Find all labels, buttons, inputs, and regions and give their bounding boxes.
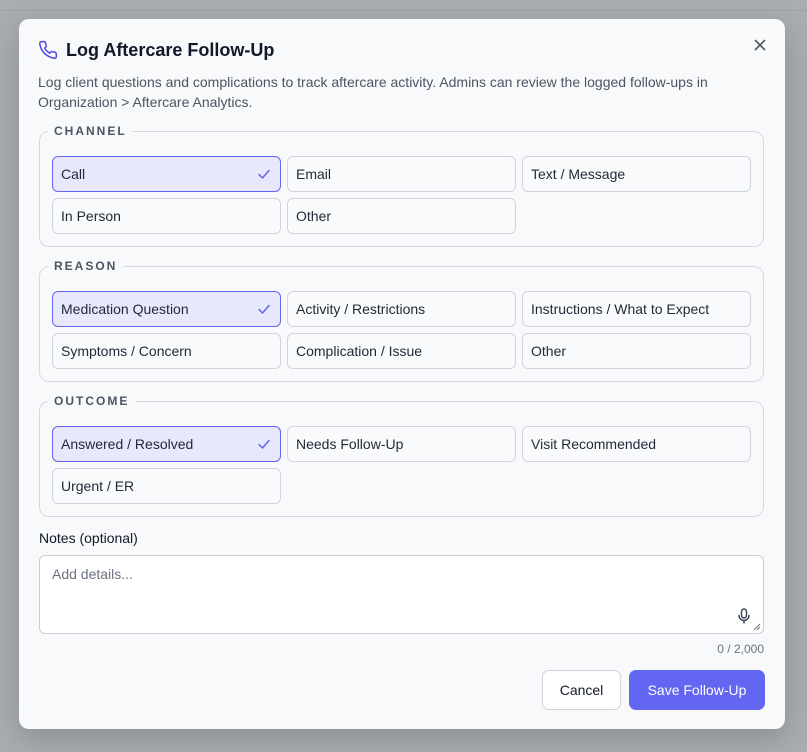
channel-option-other[interactable]: Other: [287, 198, 516, 234]
dialog-description: Log client questions and complications t…: [38, 74, 708, 110]
outcome-option-needs-follow-up[interactable]: Needs Follow-Up: [287, 426, 516, 462]
dialog-title: Log Aftercare Follow-Up: [66, 39, 275, 60]
option-label: Complication / Issue: [296, 343, 423, 359]
option-label: Other: [531, 343, 567, 359]
channel-option-text[interactable]: Text / Message: [522, 156, 751, 192]
dialog-header: Log Aftercare Follow-Up: [38, 39, 274, 61]
option-label: Needs Follow-Up: [296, 436, 404, 452]
option-label: Email: [296, 166, 332, 182]
outcome-option-urgent[interactable]: Urgent / ER: [52, 468, 281, 504]
check-icon: [258, 439, 270, 449]
option-label: Call: [61, 166, 86, 182]
resize-handle-icon[interactable]: [753, 623, 761, 631]
backdrop-line: [0, 10, 807, 11]
channel-option-in-person[interactable]: In Person: [52, 198, 281, 234]
reason-option-other[interactable]: Other: [522, 333, 751, 369]
option-label: Text / Message: [531, 166, 626, 182]
cancel-button[interactable]: Cancel: [542, 670, 621, 710]
channel-legend: CHANNEL: [54, 124, 127, 138]
check-icon: [258, 304, 270, 314]
option-label: Activity / Restrictions: [296, 301, 426, 317]
reason-option-instructions[interactable]: Instructions / What to Expect: [522, 291, 751, 327]
outcome-option-visit[interactable]: Visit Recommended: [522, 426, 751, 462]
option-label: Other: [296, 208, 332, 224]
character-counter: 0 / 2,000: [717, 642, 764, 656]
reason-legend: REASON: [54, 259, 118, 273]
microphone-icon[interactable]: [737, 608, 751, 624]
save-follow-up-button[interactable]: Save Follow-Up: [629, 670, 765, 710]
option-label: In Person: [61, 208, 121, 224]
notes-label: Notes (optional): [39, 530, 138, 546]
close-button[interactable]: [750, 35, 770, 55]
reason-option-complication[interactable]: Complication / Issue: [287, 333, 516, 369]
option-label: Symptoms / Concern: [61, 343, 192, 359]
option-label: Instructions / What to Expect: [531, 301, 710, 317]
option-label: Medication Question: [61, 301, 189, 317]
option-label: Answered / Resolved: [61, 436, 194, 452]
phone-icon: [38, 40, 58, 60]
option-label: Visit Recommended: [531, 436, 657, 452]
channel-option-email[interactable]: Email: [287, 156, 516, 192]
notes-textarea[interactable]: [40, 556, 763, 633]
close-icon: [754, 39, 766, 51]
option-label: Urgent / ER: [61, 478, 135, 494]
channel-option-call[interactable]: Call: [52, 156, 281, 192]
check-icon: [258, 169, 270, 179]
notes-container: [39, 555, 764, 634]
reason-option-activity[interactable]: Activity / Restrictions: [287, 291, 516, 327]
outcome-option-answered[interactable]: Answered / Resolved: [52, 426, 281, 462]
outcome-legend: OUTCOME: [54, 394, 130, 408]
follow-up-dialog: Log Aftercare Follow-Up Log client quest…: [19, 19, 785, 729]
reason-option-medication[interactable]: Medication Question: [52, 291, 281, 327]
reason-option-symptoms[interactable]: Symptoms / Concern: [52, 333, 281, 369]
